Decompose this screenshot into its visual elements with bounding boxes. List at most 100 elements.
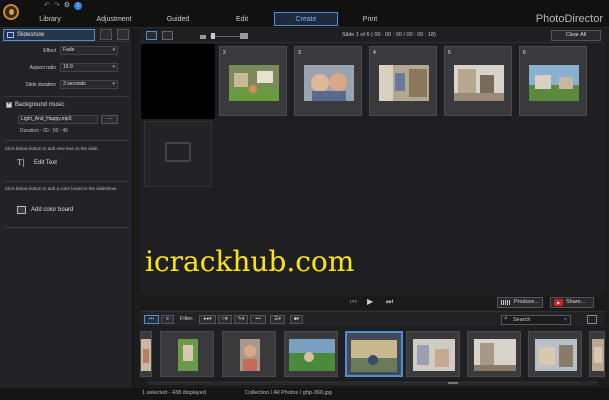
photo-thumbnail-selected[interactable] (345, 331, 403, 377)
current-path: Collection / All Photos / ghp-360.jpg (245, 390, 332, 396)
slide-slot[interactable]: 2 (219, 46, 287, 116)
search-placeholder: Search (513, 317, 531, 323)
zoom-slider-handle[interactable] (211, 33, 215, 39)
playback-bar: ⏮ ▶ ⏭ Produce... Share... (140, 295, 605, 309)
photo-thumbnail[interactable] (284, 331, 338, 377)
effect-select[interactable]: Fade (60, 46, 118, 55)
slide-duration-label: Slide duration (25, 82, 56, 88)
empty-slide-slot[interactable] (144, 121, 212, 187)
photo-thumbnail[interactable] (140, 331, 152, 377)
background-music-label: Background music (15, 102, 65, 108)
photo-thumbnail[interactable] (528, 331, 582, 377)
list-view-icon[interactable]: ≡ (161, 315, 174, 324)
clear-all-button[interactable]: Clear All (551, 30, 601, 41)
tag-icon[interactable]: ■▾ (290, 315, 303, 324)
background-music-checkbox[interactable]: Background music (6, 100, 65, 108)
previous-icon[interactable]: ⏮ (350, 297, 357, 307)
divider (4, 181, 129, 182)
title-tools: ↶↷⚙ i (44, 1, 83, 10)
gear-icon[interactable]: ⚙ (64, 2, 74, 9)
slide-thumbnail (454, 65, 504, 101)
produce-button[interactable]: Produce... (497, 297, 543, 308)
tab-adjustment[interactable]: Adjustment (82, 12, 146, 26)
info-icon[interactable]: i (74, 2, 83, 10)
storyboard-view-icon[interactable] (146, 31, 157, 40)
tab-library[interactable]: Library (18, 12, 82, 26)
slide-number: 3 (298, 50, 301, 56)
layout-button[interactable] (100, 29, 112, 40)
filter-rating-icon[interactable]: ••• (250, 315, 266, 324)
module-tabs: Library Adjustment Guided Edit Create Pr… (18, 12, 402, 26)
filter-flag-icon[interactable]: ✎▾ (234, 315, 248, 324)
tab-guided[interactable]: Guided (146, 12, 210, 26)
next-icon[interactable]: ⏭ (386, 297, 393, 307)
search-clear-icon[interactable]: × (564, 316, 567, 324)
photo-image (592, 339, 604, 371)
redo-icon[interactable]: ↷ (54, 2, 64, 9)
add-color-board-button[interactable]: Add color board (17, 206, 73, 214)
strip-scrollbar[interactable] (148, 381, 598, 385)
text-note: Click below button to add new text on th… (5, 146, 99, 151)
slide-slot[interactable]: 5 (444, 46, 512, 116)
photo-image (178, 339, 198, 371)
aspect-select[interactable]: 16:9 (60, 63, 118, 72)
tab-slideshow[interactable]: Slideshow (3, 28, 95, 41)
status-bar: 1 selected - 438 displayed Collection / … (0, 388, 609, 400)
slide-counter: Slide 1 of 6 ( 00 : 00 : 00 / 00 : 00 : … (342, 32, 436, 38)
tab-print[interactable]: Print (338, 12, 402, 26)
undo-icon[interactable]: ↶ (44, 2, 54, 9)
tab-create[interactable]: Create (274, 12, 338, 26)
sort-icon[interactable]: ☰▾ (270, 315, 285, 324)
share-button[interactable]: Share... (550, 297, 594, 308)
scrollbar-thumb[interactable] (448, 382, 458, 384)
tab-edit[interactable]: Edit (210, 12, 274, 26)
preview-view-icon[interactable] (162, 31, 173, 40)
edit-text-button[interactable]: T| Edit Text (17, 158, 57, 167)
effect-label: Effect (43, 48, 56, 54)
music-file-field[interactable]: Light_And_Happy.mp3 (18, 115, 98, 124)
photo-thumbnail[interactable] (406, 331, 460, 377)
slide-slot[interactable]: 4 (369, 46, 437, 116)
slide-number: 5 (448, 50, 451, 56)
photo-image (240, 339, 260, 371)
slide-thumbnail (379, 65, 429, 101)
photo-thumbnail[interactable] (589, 331, 605, 377)
filter-label: Filter: (180, 316, 194, 322)
filter-people-icon[interactable]: ●●▾ (199, 315, 216, 324)
browse-music-button[interactable]: ... (101, 115, 118, 124)
color-board-icon (17, 206, 26, 214)
slide-slot[interactable]: 3 (294, 46, 362, 116)
divider (4, 96, 129, 97)
slideshow-toolbar: Slide 1 of 6 ( 00 : 00 : 00 / 00 : 00 : … (140, 29, 605, 43)
play-icon[interactable]: ▶ (367, 297, 373, 306)
text-icon: T| (17, 158, 26, 167)
app-logo (3, 4, 19, 20)
thumbnail-view-icon[interactable]: ▪▪▪ (144, 315, 159, 324)
slide-slot[interactable]: 6 (519, 46, 587, 116)
top-bar: ↶↷⚙ i Library Adjustment Guided Edit Crea… (0, 0, 609, 28)
slide-duration-select[interactable]: 3 seconds (60, 80, 118, 89)
aspect-label: Aspect ratio (29, 65, 56, 71)
search-input[interactable]: Search × (501, 315, 571, 325)
photo-image (289, 339, 335, 371)
slide-thumbnail (229, 65, 279, 101)
photo-thumbnail[interactable] (160, 331, 214, 377)
checkbox-icon (6, 100, 12, 108)
duration-row: Slide duration 3 seconds (0, 80, 133, 90)
photo-thumbnail[interactable] (222, 331, 276, 377)
slide-1-preview[interactable] (141, 44, 215, 119)
slide-thumbnail (304, 65, 354, 101)
divider (4, 227, 129, 228)
edit-button[interactable] (117, 29, 129, 40)
watermark-text: icrackhub.com (145, 245, 355, 278)
aspect-row: Aspect ratio 16:9 (0, 63, 133, 73)
zoom-small-icon (200, 35, 206, 39)
export-icon[interactable] (587, 315, 597, 324)
add-photo-icon (165, 142, 191, 162)
edit-text-label: Edit Text (34, 159, 57, 166)
tab-slideshow-label: Slideshow (17, 31, 45, 38)
slide-number: 6 (523, 50, 526, 56)
filter-frame-icon[interactable]: □▾ (218, 315, 232, 324)
photo-image (351, 340, 397, 372)
photo-thumbnail[interactable] (467, 331, 521, 377)
